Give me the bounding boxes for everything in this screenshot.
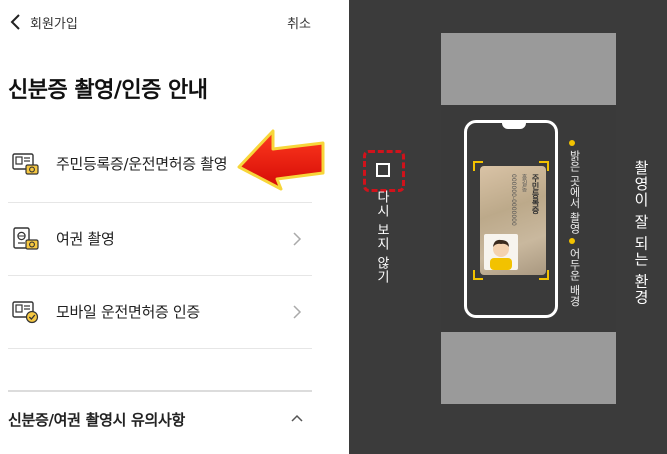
caution-section-label: 신분증/여권 촬영시 유의사항 xyxy=(8,411,186,429)
tip-text: 밝은 곳에서 촬영 xyxy=(568,150,581,234)
menu-item-passport[interactable]: 여권 촬영 xyxy=(0,203,312,275)
id-card-name: 홍길동 xyxy=(520,174,527,192)
id-card-illustration: 주민등록증 홍길동 000000-0000000 xyxy=(480,166,546,275)
registration-guide-panel: 회원가입 취소 신분증 촬영/인증 안내 주민등록증/운전면허증 촬영 여권 촬… xyxy=(0,0,349,454)
chevron-right-icon xyxy=(293,232,302,246)
menu-item-label: 주민등록증/운전면허증 촬영 xyxy=(56,155,228,173)
checkbox-square xyxy=(376,163,390,177)
chevron-right-icon xyxy=(293,305,302,319)
phone-notch xyxy=(502,120,526,129)
tip-text: 어두운 배경 xyxy=(568,248,581,307)
highlight-arrow-icon xyxy=(237,129,325,191)
divider xyxy=(8,348,312,349)
id-card-title: 주민등록증 xyxy=(531,174,540,214)
environment-title: 촬영이 잘 되는 환경 xyxy=(632,160,650,306)
dont-show-again-label[interactable]: 다시 보지 않기 xyxy=(372,190,391,284)
page-title: 신분증 촬영/인증 안내 xyxy=(8,78,208,103)
chevron-up-icon[interactable] xyxy=(290,413,304,423)
id-card-camera-icon xyxy=(12,153,39,175)
cancel-button[interactable]: 취소 xyxy=(287,13,311,32)
tip-bullet xyxy=(569,140,575,146)
dont-show-again-checkbox[interactable] xyxy=(363,150,405,192)
tip-bullet xyxy=(569,238,575,244)
phone-illustration: 주민등록증 홍길동 000000-0000000 xyxy=(464,120,558,318)
person-illustration-icon xyxy=(490,239,512,270)
top-bar: 회원가입 취소 xyxy=(0,0,349,44)
caution-section-header[interactable]: 신분증/여권 촬영시 유의사항 xyxy=(0,395,312,445)
menu-item-mobile-license[interactable]: 모바일 운전면허증 인증 xyxy=(0,276,312,348)
guide-gray-area-top xyxy=(441,33,616,105)
id-card-number: 000000-0000000 xyxy=(510,174,517,226)
mobile-license-check-icon xyxy=(12,301,39,324)
guide-gray-area-bottom xyxy=(441,332,616,404)
menu-item-label: 모바일 운전면허증 인증 xyxy=(56,303,200,321)
back-label[interactable]: 회원가입 xyxy=(30,13,78,32)
id-card-photo xyxy=(484,234,518,270)
section-divider xyxy=(8,390,312,392)
shooting-guide-overlay: 다시 보지 않기 촬영이 잘 되는 환경 밝은 곳에서 촬영 어두운 배경 주민… xyxy=(349,0,667,454)
menu-item-label: 여권 촬영 xyxy=(56,230,115,248)
passport-camera-icon xyxy=(13,227,39,250)
back-arrow-icon[interactable] xyxy=(8,12,24,32)
